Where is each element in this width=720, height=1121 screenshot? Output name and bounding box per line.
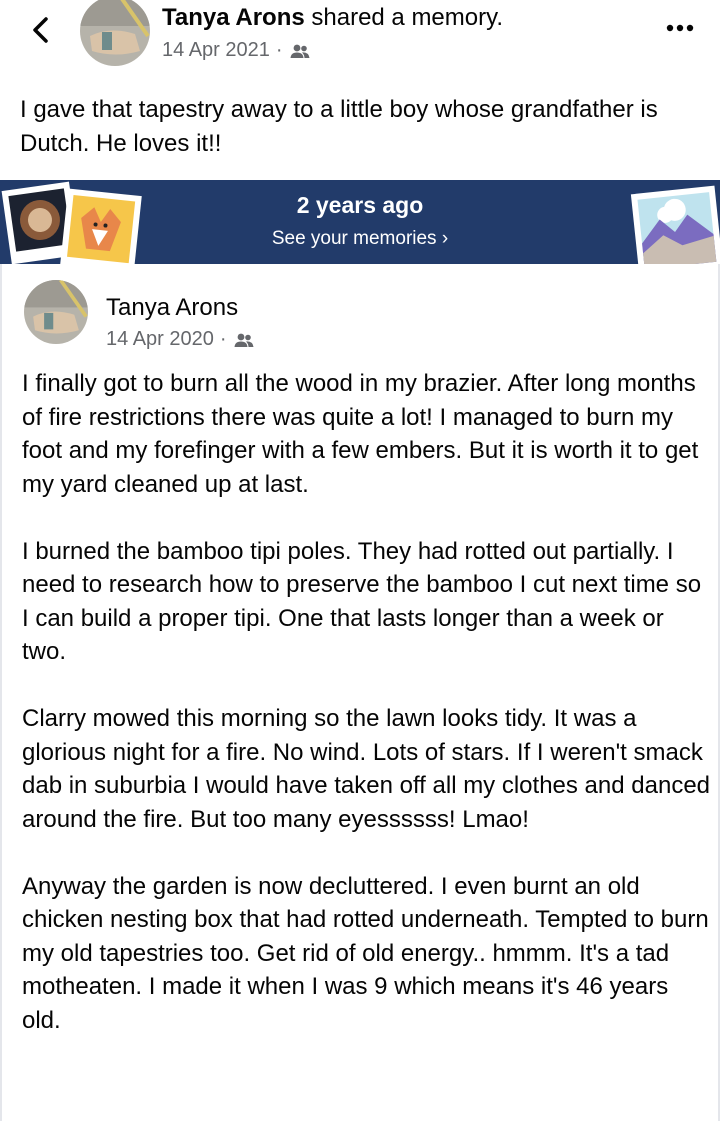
memory-text: I finally got to burn all the wood in my…	[22, 367, 712, 1071]
memory-author-avatar[interactable]	[24, 280, 88, 344]
author-name[interactable]: Tanya Arons	[162, 4, 305, 31]
post-meta: 14 Apr 2021 ·	[162, 39, 311, 62]
memory-meta-separator: ·	[219, 328, 227, 350]
memories-banner[interactable]: 2 years ago See your memories ›	[0, 180, 720, 264]
memory-paragraph: Anyway the garden is now decluttered. I …	[22, 872, 709, 1034]
friends-icon	[234, 333, 254, 347]
memory-card: Tanya Arons 14 Apr 2020 · I finally got …	[0, 264, 720, 1121]
share-text: I gave that tapestry away to a little bo…	[20, 93, 710, 160]
author-avatar[interactable]	[80, 0, 150, 66]
more-options-button[interactable]	[662, 14, 698, 42]
meta-separator: ·	[275, 39, 283, 61]
mountain-photo-icon	[630, 185, 720, 264]
chevron-left-icon	[33, 17, 48, 43]
memory-date[interactable]: 14 Apr 2020	[106, 328, 214, 351]
share-action: shared a memory.	[311, 4, 503, 31]
see-memories-link[interactable]: See your memories ›	[0, 228, 720, 250]
more-horizontal-icon	[666, 24, 694, 32]
years-ago-label: 2 years ago	[296, 192, 424, 218]
memory-paragraph: I burned the bamboo tipi poles. They had…	[22, 537, 702, 666]
post-header: Tanya Arons shared a memory. 14 Apr 2021…	[0, 0, 720, 78]
memory-paragraph: I finally got to burn all the wood in my…	[22, 370, 699, 498]
share-headline: Tanya Arons shared a memory.	[162, 4, 503, 32]
friends-icon	[290, 44, 310, 58]
post-date[interactable]: 14 Apr 2021	[162, 39, 270, 62]
memory-author-name[interactable]: Tanya Arons	[106, 294, 238, 322]
share-text-body: I gave that tapestry away to a little bo…	[20, 96, 658, 157]
memory-paragraph: Clarry mowed this morning so the lawn lo…	[22, 705, 711, 833]
memory-meta: 14 Apr 2020 ·	[106, 328, 255, 351]
back-button[interactable]	[26, 12, 56, 48]
